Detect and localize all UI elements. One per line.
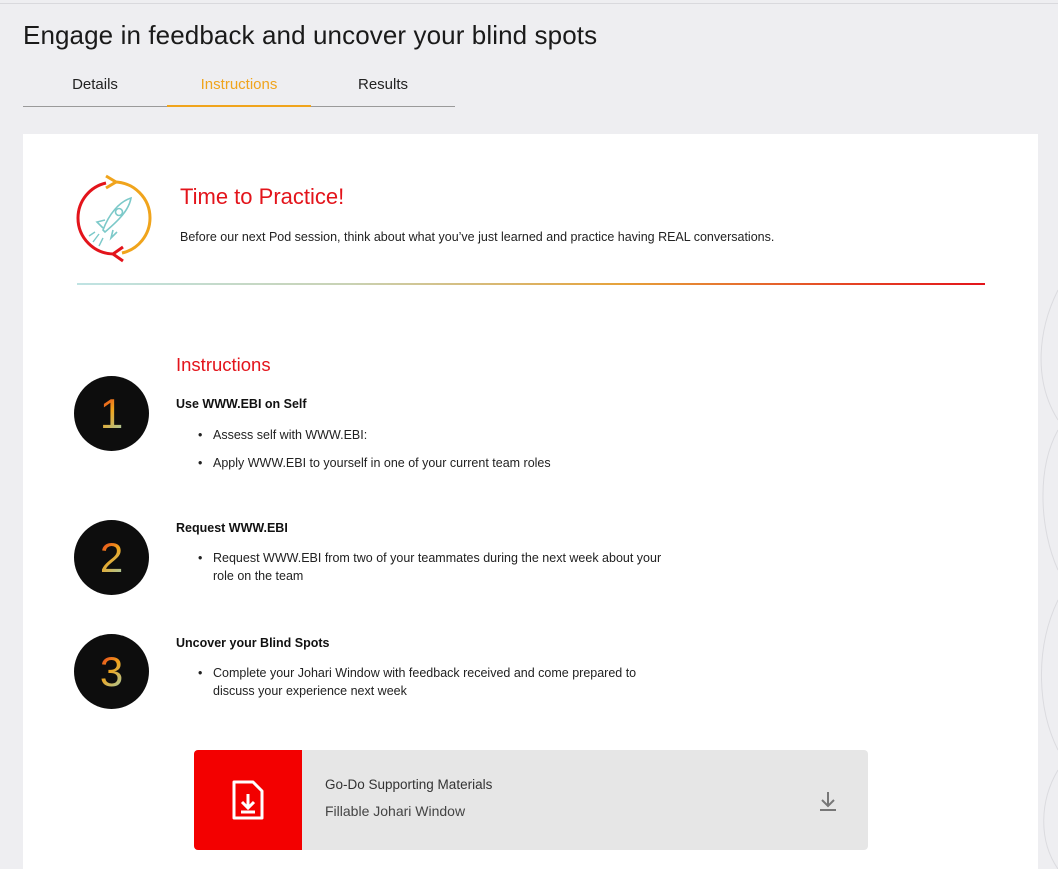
step-3-badge: 3 — [74, 634, 149, 709]
tab-details[interactable]: Details — [23, 62, 167, 106]
materials-icon-box — [194, 750, 302, 850]
practice-title: Time to Practice! — [180, 184, 345, 209]
tab-results[interactable]: Results — [311, 62, 455, 106]
step-1-badge: 1 — [74, 376, 149, 451]
step-2-list: Request WWW.EBI from two of your teammat… — [198, 549, 668, 595]
rocket-cycle-icon — [76, 174, 152, 263]
page-title: Engage in feedback and uncover your blin… — [23, 20, 598, 50]
step-2-badge: 2 — [74, 520, 149, 595]
page: Engage in feedback and uncover your blin… — [0, 0, 1058, 869]
step-number: 2 — [99, 533, 124, 581]
materials-download-card[interactable]: Go-Do Supporting Materials Fillable Joha… — [194, 750, 868, 850]
step-number: 3 — [99, 647, 124, 695]
instructions-heading: Instructions — [176, 354, 271, 375]
step-3-title: Uncover your Blind Spots — [176, 636, 330, 650]
step-1-title: Use WWW.EBI on Self — [176, 397, 307, 411]
materials-text: Go-Do Supporting Materials Fillable Joha… — [302, 750, 868, 850]
list-item: Assess self with WWW.EBI: — [198, 426, 668, 444]
materials-label: Go-Do Supporting Materials — [325, 777, 493, 792]
tab-instructions[interactable]: Instructions — [167, 62, 311, 107]
step-3-list: Complete your Johari Window with feedbac… — [198, 664, 668, 710]
list-item: Complete your Johari Window with feedbac… — [198, 664, 668, 700]
step-2-title: Request WWW.EBI — [176, 521, 288, 535]
top-divider — [0, 3, 1058, 4]
content-card: Time to Practice! Before our next Pod se… — [23, 134, 1038, 869]
list-item: Apply WWW.EBI to yourself in one of your… — [198, 454, 668, 472]
step-1-list: Assess self with WWW.EBI: Apply WWW.EBI … — [198, 426, 668, 482]
gradient-divider — [77, 283, 985, 285]
practice-description: Before our next Pod session, think about… — [180, 230, 775, 244]
list-item: Request WWW.EBI from two of your teammat… — [198, 549, 668, 585]
document-download-icon — [232, 780, 264, 820]
download-icon[interactable] — [818, 790, 838, 812]
materials-file-name[interactable]: Fillable Johari Window — [325, 803, 868, 819]
step-number: 1 — [99, 389, 124, 437]
tab-bar: Details Instructions Results — [23, 62, 455, 107]
